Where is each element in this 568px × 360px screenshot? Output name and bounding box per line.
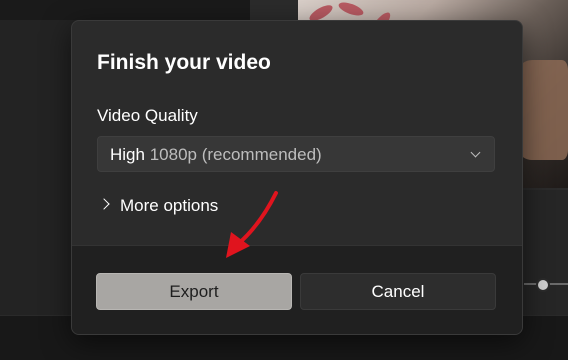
finish-video-dialog: Finish your video Video Quality High 108… [71, 20, 523, 335]
cancel-button[interactable]: Cancel [300, 273, 496, 310]
export-button[interactable]: Export [96, 273, 292, 310]
chevron-down-icon [470, 147, 481, 158]
chevron-right-icon [98, 198, 110, 210]
right-panel [520, 190, 568, 315]
dialog-footer: Export Cancel [72, 245, 522, 334]
more-options-label: More options [120, 196, 219, 215]
dialog-title: Finish your video [97, 51, 271, 74]
video-quality-select[interactable]: High 1080p (recommended) [97, 136, 495, 172]
quality-detail: 1080p (recommended) [149, 145, 322, 164]
video-quality-label: Video Quality [97, 106, 198, 125]
quality-main: High [110, 145, 145, 164]
zoom-slider-thumb[interactable] [536, 278, 550, 292]
video-quality-value: High 1080p (recommended) [110, 145, 322, 165]
dialog-body: Finish your video Video Quality High 108… [72, 21, 522, 245]
top-strip [0, 0, 250, 20]
